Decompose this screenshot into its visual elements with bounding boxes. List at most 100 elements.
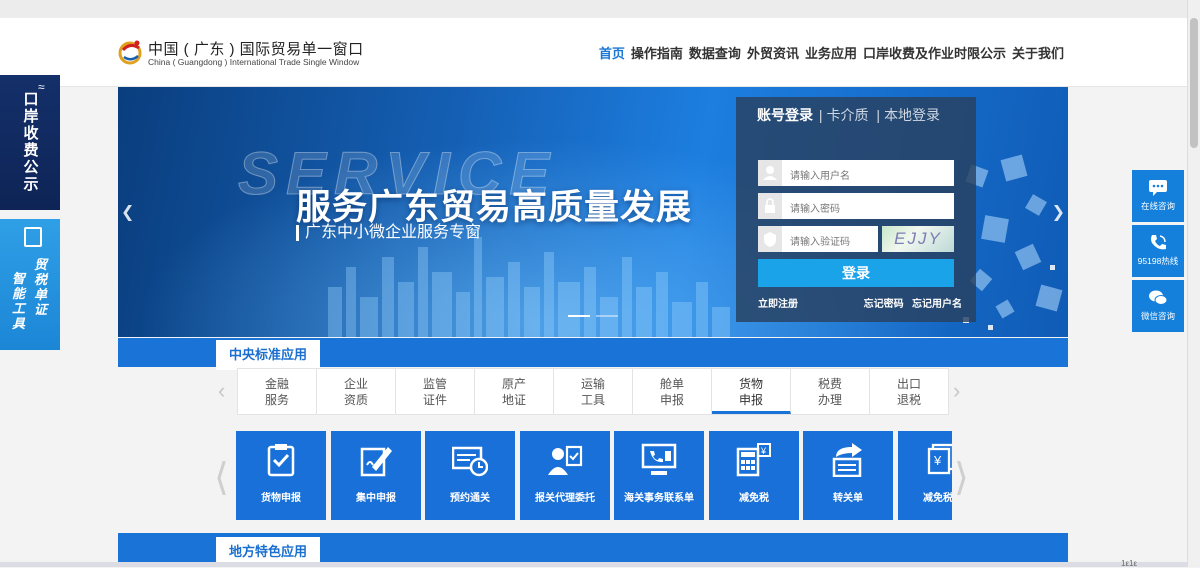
category-line1: 货物	[738, 377, 763, 391]
category-line2: 申报	[738, 393, 763, 407]
shield-icon	[758, 226, 782, 252]
central-apps-title[interactable]: 中央标准应用	[216, 340, 320, 370]
nav-news[interactable]: 外贸资讯	[747, 43, 799, 62]
forgot-username-link[interactable]: 忘记用户名	[912, 299, 962, 310]
nav-port-fees[interactable]: 口岸收费及作业时限公示	[863, 43, 1006, 62]
captcha-field[interactable]: 请输入验证码	[758, 226, 878, 252]
category-tab[interactable]: 舱单 申报	[633, 369, 712, 414]
category-tab[interactable]: 原产 地证	[475, 369, 554, 414]
category-line2: 资质	[343, 393, 368, 407]
category-line1: 金融	[264, 377, 289, 391]
nav-about[interactable]: 关于我们	[1012, 43, 1064, 62]
logo-title-cn: 中国 ( 广东 ) 国际贸易单一窗口	[148, 41, 364, 58]
category-line2: 办理	[817, 393, 842, 407]
wechat-icon	[1149, 290, 1168, 305]
app-tile-label: 海关事务联系单	[624, 493, 694, 504]
nav-guide[interactable]: 操作指南	[631, 43, 683, 62]
phone-icon	[1151, 235, 1166, 250]
smart-tools-text-2: 智能工具	[12, 271, 26, 331]
main-nav: 首页 操作指南 数据查询 外贸资讯 业务应用 口岸收费及作业时限公示 关于我们	[599, 43, 1064, 62]
app-tile[interactable]: ¥ 减免税后	[898, 431, 952, 520]
banner-subline: 广东中小微企业服务专窗	[296, 225, 481, 241]
application-tiles: 货物申报 集中申报 预约通关 报关代理委托 海关事务联系单 ¥ 减免税 转关单 …	[236, 431, 952, 520]
smart-tools-ad[interactable]: 贸税单证 智能工具	[0, 219, 60, 350]
nav-home[interactable]: 首页	[599, 43, 625, 62]
forgot-links: 忘记密码 忘记用户名	[864, 295, 962, 310]
logo-title-en: China ( Guangdong ) International Trade …	[148, 57, 360, 67]
app-tile[interactable]: ¥ 减免税	[709, 431, 799, 520]
category-tab[interactable]: 运输 工具	[554, 369, 633, 414]
banner-dot-1[interactable]	[568, 315, 590, 317]
category-line1: 监管	[422, 377, 447, 391]
svg-text:¥: ¥	[933, 453, 942, 468]
nav-data-query[interactable]: 数据查询	[689, 43, 741, 62]
online-consult-button[interactable]: 在线咨询	[1132, 170, 1184, 222]
category-tabs: 金融 服务 企业 资质 监管 证件 原产 地证 运输 工具 舱单 申报 货物 申报 税费 办理 …	[237, 368, 949, 415]
tab-account-login[interactable]: 账号登录	[757, 107, 813, 123]
user-icon	[758, 160, 782, 186]
category-line2: 服务	[264, 393, 289, 407]
app-tile[interactable]: 报关代理委托	[520, 431, 610, 520]
username-placeholder: 请输入用户名	[790, 171, 850, 182]
page-scrollbar[interactable]	[1187, 0, 1200, 567]
category-line2: 证件	[422, 393, 447, 407]
logo-emblem-icon	[118, 40, 142, 65]
banner-prev-arrow[interactable]: ❮	[121, 202, 134, 222]
app-tile[interactable]: 转关单	[803, 431, 893, 520]
category-line1: 舱单	[659, 377, 684, 391]
tab-card-login[interactable]: 卡介质	[827, 107, 869, 123]
hotline-button[interactable]: 95198热线	[1132, 225, 1184, 277]
username-field[interactable]: 请输入用户名	[758, 160, 954, 186]
tab-divider: |	[876, 107, 881, 123]
category-next-arrow[interactable]: ›	[953, 378, 960, 404]
port-fee-notice-ad[interactable]: ≈ 口岸收费公示	[0, 75, 60, 210]
city-skyline-graphic	[328, 237, 730, 337]
category-line2: 申报	[659, 393, 684, 407]
banner-dot-2[interactable]	[596, 315, 618, 317]
category-line2: 工具	[580, 393, 605, 407]
calendar-clock-icon	[452, 446, 488, 477]
category-tab-active[interactable]: 货物 申报	[712, 369, 791, 414]
login-links: 立即注册 忘记密码 忘记用户名	[758, 295, 962, 310]
nav-business-apps[interactable]: 业务应用	[805, 43, 857, 62]
online-consult-label: 在线咨询	[1140, 201, 1175, 211]
tax-exempt-docs-icon: ¥	[927, 443, 952, 475]
site-logo[interactable]: 中国 ( 广东 ) 国际贸易单一窗口 China ( Guangdong ) I…	[118, 38, 388, 72]
password-field[interactable]: 请输入密码	[758, 193, 954, 219]
tiles-prev-arrow[interactable]: ⟨	[214, 455, 229, 499]
wechat-consult-button[interactable]: 微信咨询	[1132, 280, 1184, 332]
app-tile-label: 集中申报	[356, 493, 396, 504]
tiles-next-arrow[interactable]: ⟩	[954, 455, 969, 499]
app-tile[interactable]: 货物申报	[236, 431, 326, 520]
app-tile-label: 转关单	[833, 493, 863, 504]
document-icon	[24, 227, 42, 247]
tab-local-login[interactable]: 本地登录	[884, 107, 940, 123]
scrollbar-thumb[interactable]	[1190, 18, 1198, 148]
login-panel: 账号登录 | 卡介质 | 本地登录 请输入用户名 请输入密码 请输入验证码 EJJY…	[736, 97, 976, 322]
category-line1: 运输	[580, 377, 605, 391]
tab-divider: |	[818, 107, 823, 123]
category-tab[interactable]: 税费 办理	[791, 369, 870, 414]
banner-next-arrow[interactable]: ❯	[1052, 202, 1065, 222]
captcha-placeholder: 请输入验证码	[790, 237, 850, 248]
app-tile[interactable]: 预约通关	[425, 431, 515, 520]
login-button[interactable]: 登录	[758, 259, 954, 287]
bottom-bar	[0, 562, 1188, 567]
category-line1: 企业	[343, 377, 368, 391]
wechat-consult-label: 微信咨询	[1140, 311, 1175, 321]
forgot-password-link[interactable]: 忘记密码	[864, 299, 904, 310]
register-link[interactable]: 立即注册	[758, 299, 798, 310]
category-line1: 税费	[817, 377, 842, 391]
top-strip	[0, 0, 1200, 18]
port-fee-notice-text: 口岸收费公示	[23, 91, 39, 193]
category-tab[interactable]: 企业 资质	[317, 369, 396, 414]
category-tab[interactable]: 金融 服务	[238, 369, 317, 414]
category-tab[interactable]: 监管 证件	[396, 369, 475, 414]
site-header: 中国 ( 广东 ) 国际贸易单一窗口 China ( Guangdong ) I…	[0, 18, 1188, 87]
category-tab[interactable]: 出口 退税	[870, 369, 948, 414]
app-tile[interactable]: 集中申报	[331, 431, 421, 520]
captcha-image[interactable]: EJJY	[882, 226, 954, 252]
category-prev-arrow[interactable]: ‹	[218, 378, 225, 404]
svg-text:¥: ¥	[760, 446, 767, 456]
app-tile[interactable]: 海关事务联系单	[614, 431, 704, 520]
